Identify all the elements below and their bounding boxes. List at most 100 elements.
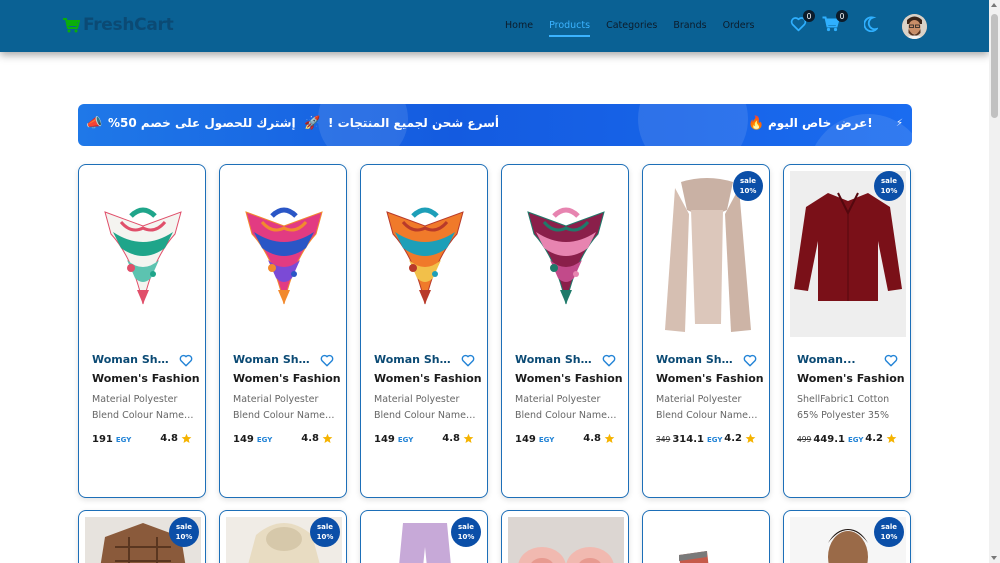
star-icon — [604, 433, 615, 443]
product-description-line: Blend Colour Name… — [656, 409, 758, 421]
sale-label: sale — [175, 523, 193, 531]
product-image[interactable] — [367, 171, 483, 337]
heart-icon — [884, 354, 898, 367]
product-price: 149 EGY — [515, 434, 554, 445]
star-icon — [463, 433, 474, 443]
product-title[interactable]: Woman Shawl — [233, 353, 315, 366]
page-scrollbar[interactable] — [989, 0, 1000, 563]
product-rating: 4.8 — [301, 433, 333, 444]
sale-badge: sale 10% — [451, 517, 481, 547]
user-photo-icon — [902, 14, 927, 39]
product-image[interactable] — [508, 517, 624, 563]
product-title[interactable]: Woman Shawl — [92, 353, 174, 366]
nav-home[interactable]: Home — [505, 20, 533, 37]
rating-value: 4.8 — [160, 433, 178, 444]
rocket-icon: 🚀 — [304, 116, 321, 131]
product-card[interactable]: sale 10% — [360, 510, 488, 563]
product-card[interactable] — [501, 510, 629, 563]
add-to-wishlist-button[interactable] — [743, 352, 757, 371]
product-card[interactable]: Woman Shawl Women's Fashion Material Pol… — [219, 164, 347, 498]
promo-shipping-text: أسرع شحن لجميع المنتجات ! — [328, 116, 499, 130]
cart-count-badge: 0 — [836, 10, 848, 22]
sparkle-icon: ⚡ — [896, 118, 904, 129]
product-card[interactable]: Woman Shawl Women's Fashion Material Pol… — [501, 164, 629, 498]
currency-label: EGY — [847, 436, 864, 444]
brand-name: FreshCart — [83, 15, 174, 35]
product-rating: 4.2 — [724, 433, 756, 444]
nav-categories[interactable]: Categories — [606, 20, 657, 37]
product-description-line: ShellFabric1 Cotton — [797, 394, 890, 405]
product-title[interactable]: Woman Shawl — [374, 353, 456, 366]
nav-products[interactable]: Products — [549, 20, 591, 37]
currency-label: EGY — [538, 436, 555, 444]
product-description: Material Polyester Blend Colour Name… — [92, 392, 196, 423]
product-card[interactable]: sale 10% Woman Shawl Women's Fashion Mate… — [642, 164, 770, 498]
add-to-wishlist-button[interactable] — [884, 352, 898, 371]
sale-percent: 10% — [316, 533, 334, 541]
currency-label: EGY — [706, 436, 723, 444]
product-description: ShellFabric1 Cotton 65% Polyester 35% — [797, 392, 901, 423]
nav-orders[interactable]: Orders — [723, 20, 755, 37]
cart-button[interactable]: 0 — [822, 10, 848, 36]
product-title[interactable]: Woman... — [797, 353, 879, 366]
product-description-line: Blend Colour Name… — [515, 409, 617, 421]
product-description: Material Polyester Blend Colour Name… — [233, 392, 337, 423]
product-rating: 4.2 — [865, 433, 897, 444]
brand-logo[interactable]: FreshCart — [62, 15, 174, 35]
product-card[interactable] — [642, 510, 770, 563]
add-to-wishlist-button[interactable] — [320, 352, 334, 371]
currency-label: EGY — [256, 436, 273, 444]
product-card[interactable]: Woman Shawl Women's Fashion Material Pol… — [78, 164, 206, 498]
sale-percent: 10% — [739, 187, 757, 195]
moon-icon — [863, 16, 880, 33]
product-rating: 4.8 — [583, 433, 615, 444]
product-title[interactable]: Woman Shawl — [515, 353, 597, 366]
star-icon — [745, 433, 756, 443]
product-card[interactable]: sale 10% — [78, 510, 206, 563]
product-card[interactable]: sale 10% — [219, 510, 347, 563]
product-image[interactable] — [508, 171, 624, 337]
scroll-down-arrow[interactable] — [991, 556, 997, 560]
sale-badge: sale 10% — [874, 517, 904, 547]
product-category: Women's Fashion — [515, 372, 623, 385]
scroll-thumb[interactable] — [991, 14, 998, 118]
product-image[interactable] — [649, 517, 765, 563]
product-description-line: Blend Colour Name… — [233, 409, 335, 421]
avatar[interactable] — [902, 14, 927, 39]
product-description: Material Polyester Blend Colour Name… — [656, 392, 760, 423]
product-category: Women's Fashion — [797, 372, 905, 385]
promo-banner: 📣 إشترك للحصول على خصم 50% 🚀 أسرع شحن لج… — [78, 104, 912, 146]
scroll-up-arrow[interactable] — [991, 3, 997, 7]
product-price: 191 EGY — [92, 434, 131, 445]
product-image[interactable] — [85, 171, 201, 337]
product-title[interactable]: Woman Shawl — [656, 353, 738, 366]
theme-toggle-button[interactable] — [863, 16, 880, 36]
add-to-wishlist-button[interactable] — [179, 352, 193, 371]
product-description: Material Polyester Blend Colour Name… — [515, 392, 619, 423]
sale-percent: 10% — [880, 533, 898, 541]
product-card[interactable]: sale 10% Woman... Women's Fashion ShellFa… — [783, 164, 911, 498]
product-card[interactable]: sale 10% — [783, 510, 911, 563]
main-nav: Home Products Categories Brands Orders — [505, 20, 771, 37]
sale-label: sale — [880, 523, 898, 531]
product-description-line: Material Polyester — [233, 394, 319, 405]
sale-badge: sale 10% — [733, 171, 763, 201]
star-icon — [181, 433, 192, 443]
product-card[interactable]: Woman Shawl Women's Fashion Material Pol… — [360, 164, 488, 498]
product-category: Women's Fashion — [92, 372, 200, 385]
nav-brands[interactable]: Brands — [673, 20, 706, 37]
navbar: FreshCart Home Products Categories Brand… — [0, 0, 989, 52]
product-price: 149 EGY — [233, 434, 272, 445]
wishlist-button[interactable]: 0 — [790, 10, 815, 36]
sale-percent: 10% — [175, 533, 193, 541]
megaphone-icon: 📣 — [86, 116, 103, 131]
heart-icon — [320, 354, 334, 367]
heart-icon — [743, 354, 757, 367]
star-icon — [886, 433, 897, 443]
product-price: 349 314.1 EGY — [656, 434, 722, 445]
product-description-line: Material Polyester — [515, 394, 601, 405]
currency-label: EGY — [115, 436, 132, 444]
add-to-wishlist-button[interactable] — [461, 352, 475, 371]
add-to-wishlist-button[interactable] — [602, 352, 616, 371]
product-image[interactable] — [226, 171, 342, 337]
